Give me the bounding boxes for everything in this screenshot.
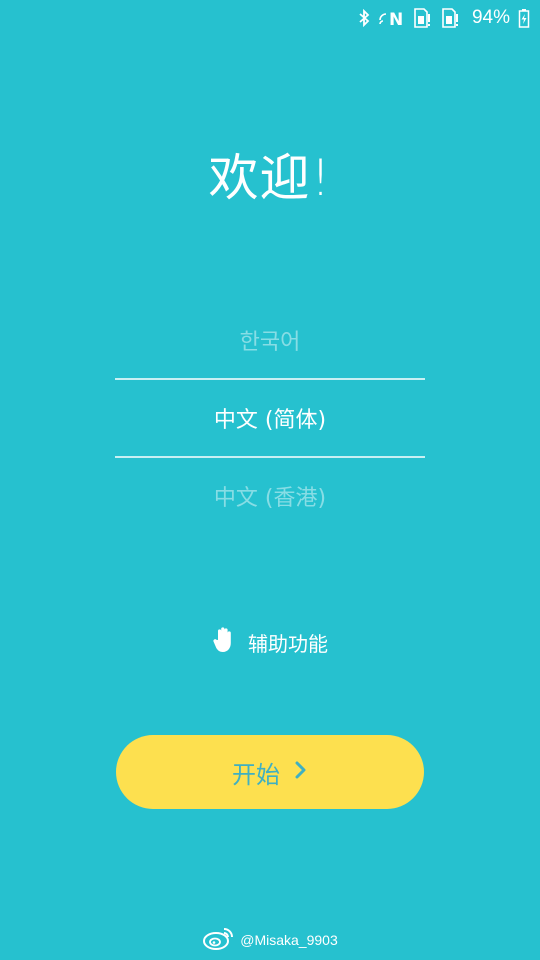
- language-option-simplified-chinese[interactable]: 中文 (简体): [115, 380, 425, 456]
- accessibility-link[interactable]: 辅助功能: [0, 626, 540, 659]
- hand-icon: [212, 626, 238, 659]
- accessibility-label: 辅助功能: [248, 632, 328, 656]
- battery-charging-icon: [518, 8, 530, 28]
- language-option-hong-kong-chinese[interactable]: 中文 (香港): [115, 458, 425, 534]
- start-button[interactable]: 开始: [116, 735, 424, 809]
- chevron-right-icon: [294, 758, 308, 786]
- language-picker[interactable]: 한국어 中文 (简体) 中文 (香港): [115, 302, 425, 534]
- status-bar: N 94%: [0, 0, 540, 36]
- bluetooth-icon: [358, 8, 370, 28]
- nfc-icon: N: [378, 8, 404, 28]
- welcome-title: 欢迎!: [208, 149, 332, 207]
- sim1-icon: [412, 8, 432, 28]
- battery-percent: 94%: [471, 7, 510, 28]
- sim2-icon: [440, 8, 460, 28]
- language-option-korean[interactable]: 한국어: [115, 302, 425, 378]
- start-button-label: 开始: [232, 760, 280, 789]
- watermark-text: @Misaka_9903: [240, 931, 338, 948]
- watermark: @Misaka_9903: [0, 925, 540, 954]
- weibo-icon: [202, 925, 236, 954]
- welcome-screen: N 94% 欢迎! 한국어 中文 (简体) 中文 (香港) 辅助功能 开始 @M…: [0, 0, 540, 960]
- svg-text:N: N: [389, 10, 403, 28]
